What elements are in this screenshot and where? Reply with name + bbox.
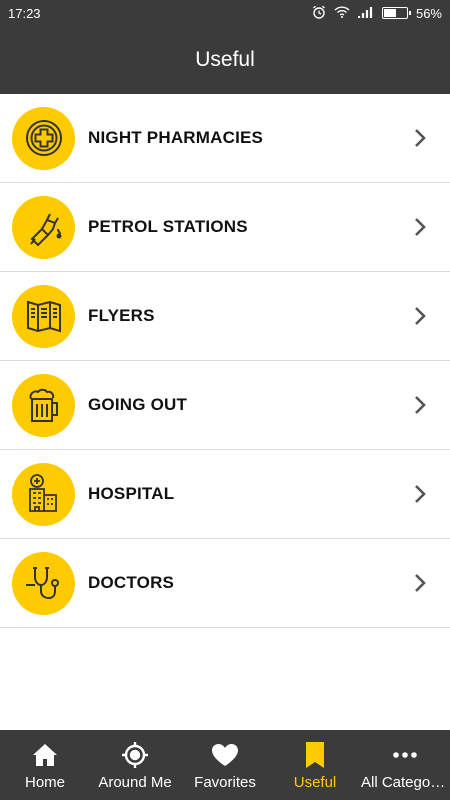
chevron-right-icon [400, 572, 440, 594]
chevron-right-icon [400, 127, 440, 149]
list-item-night-pharmacies[interactable]: NIGHT PHARMACIES [0, 94, 450, 183]
useful-list: NIGHT PHARMACIES PETROL STATIONS FLYERS … [0, 94, 450, 628]
page-title: Useful [195, 48, 255, 71]
list-item-label: GOING OUT [88, 395, 188, 414]
list-item-flyers[interactable]: FLYERS [0, 272, 450, 361]
list-item-hospital[interactable]: HOSPITAL [0, 450, 450, 539]
bookmark-icon [305, 740, 325, 770]
status-indicators: 56% [312, 5, 442, 22]
tab-label: Favorites [194, 773, 256, 791]
app-bar: Useful [0, 26, 450, 94]
list-item-label: PETROL STATIONS [88, 217, 248, 236]
alarm-icon [312, 5, 326, 22]
list-item-label: HOSPITAL [88, 484, 175, 503]
tab-all-categories[interactable]: All Categori... [360, 730, 450, 800]
location-target-icon [121, 740, 149, 770]
chevron-right-icon [400, 305, 440, 327]
status-time: 17:23 [8, 5, 41, 21]
list-item-doctors[interactable]: DOCTORS [0, 539, 450, 628]
beer-mug-icon [12, 373, 75, 437]
tab-label: All Categori... [361, 773, 449, 791]
list-item-petrol-stations[interactable]: PETROL STATIONS [0, 183, 450, 272]
tab-favorites[interactable]: Favorites [180, 730, 270, 800]
chevron-right-icon [400, 483, 440, 505]
hospital-building-icon [12, 462, 75, 526]
wifi-icon [334, 5, 350, 21]
tab-around-me[interactable]: Around Me [90, 730, 180, 800]
battery-percent: 56% [415, 5, 442, 21]
list-item-label: FLYERS [88, 306, 155, 325]
signal-icon [357, 6, 374, 21]
chevron-right-icon [400, 394, 440, 416]
tab-home[interactable]: Home [0, 730, 90, 800]
list-item-label: NIGHT PHARMACIES [88, 128, 264, 147]
chevron-right-icon [400, 216, 440, 238]
fuel-nozzle-icon [12, 195, 75, 259]
stethoscope-icon [12, 551, 75, 615]
list-item-going-out[interactable]: GOING OUT [0, 361, 450, 450]
more-dots-icon [392, 740, 418, 770]
tab-useful[interactable]: Useful [270, 730, 360, 800]
battery-icon [381, 7, 411, 19]
tab-label: Around Me [98, 773, 172, 791]
tab-label: Home [24, 773, 65, 791]
pharmacy-cross-icon [12, 106, 75, 170]
list-item-label: DOCTORS [88, 573, 175, 592]
tab-label: Useful [293, 773, 337, 791]
status-bar: 17:23 56% [0, 0, 450, 26]
heart-icon [211, 740, 239, 770]
home-icon [32, 740, 58, 770]
bottom-navigation: Home Around Me Favorites Useful All Cate… [0, 730, 450, 800]
flyer-brochure-icon [12, 284, 75, 348]
